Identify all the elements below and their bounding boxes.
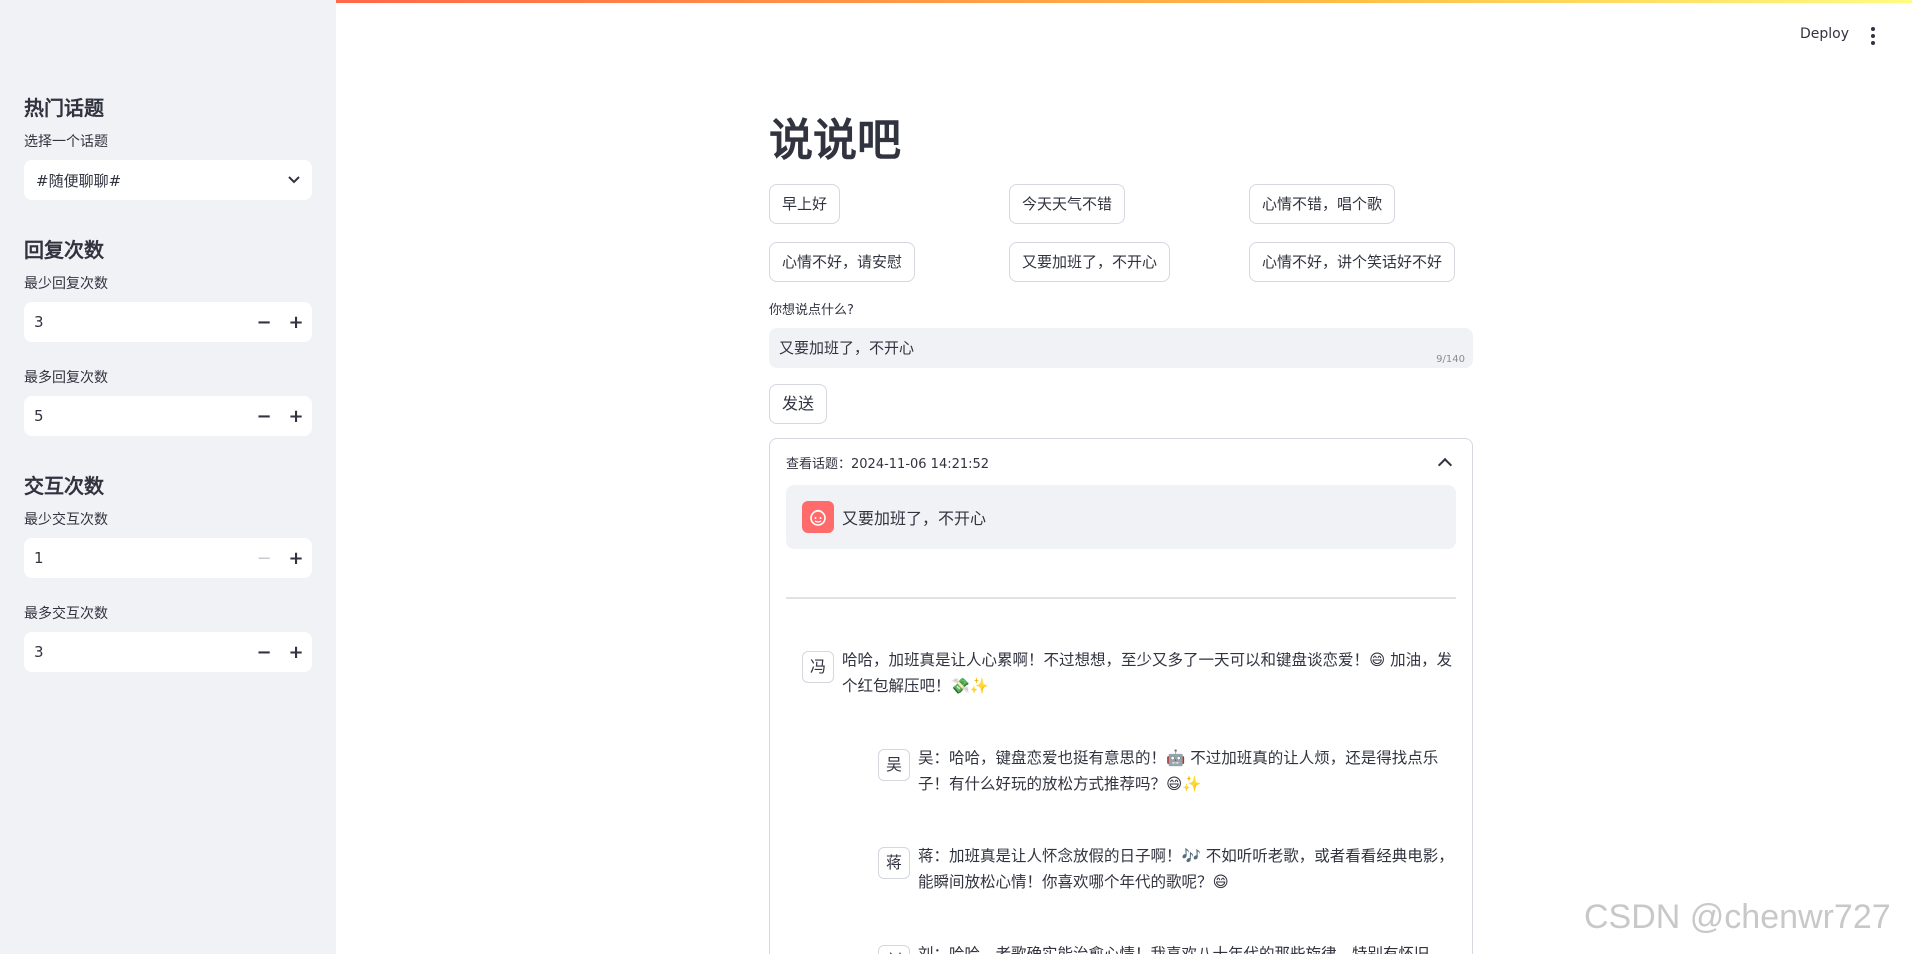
- min-interaction-input[interactable]: 1: [24, 549, 248, 567]
- min-reply-increment-button[interactable]: +: [280, 312, 312, 333]
- max-reply-input[interactable]: 5: [24, 407, 248, 425]
- topic-select-label: 选择一个话题: [24, 134, 108, 150]
- interaction-count-heading: 交互次数: [24, 474, 104, 498]
- reply-count-heading: 回复次数: [24, 238, 104, 262]
- min-reply-input[interactable]: 3: [24, 313, 248, 331]
- max-reply-label: 最多回复次数: [24, 370, 108, 386]
- more-vert-icon[interactable]: [1866, 26, 1880, 46]
- user-avatar-icon: [802, 501, 834, 533]
- reply-message: 吴 吴：哈哈，键盘恋爱也挺有意思的！🤖 不过加班真的让人烦，还是得找点乐子！有什…: [786, 745, 1456, 797]
- reply-avatar: 冯: [802, 651, 834, 683]
- divider: [786, 597, 1456, 599]
- reply-text: 吴：哈哈，键盘恋爱也挺有意思的！🤖 不过加班真的让人烦，还是得找点乐子！有什么好…: [918, 749, 1439, 793]
- reply-text: 刘：哈哈，老歌确实能治愈心情！我喜欢八十年代的那些旋律，特别有怀旧感！: [918, 945, 1430, 954]
- reply-avatar: 蒋: [878, 847, 910, 879]
- quick-button-good-morning[interactable]: 早上好: [769, 184, 841, 224]
- main-content: 说说吧 早上好 今天天气不错 心情不错，唱个歌 心情不好，请安慰 又要加班了，不…: [769, 110, 1473, 954]
- reply-message: 冯 哈哈，加班真是让人心累啊！不过想想，至少又多了一天可以和键盘谈恋爱！😄 加油…: [786, 647, 1456, 699]
- user-message: 又要加班了，不开心: [786, 485, 1456, 549]
- min-reply-label: 最少回复次数: [24, 276, 108, 292]
- reply-avatar: 刘: [878, 945, 910, 954]
- topic-expander: 查看话题：2024-11-06 14:21:52 又要加班了，不开心 冯 哈哈，…: [769, 438, 1473, 954]
- watermark: CSDN @chenwr727: [1584, 898, 1891, 936]
- deploy-button[interactable]: Deploy: [1800, 26, 1849, 42]
- character-counter: 9/140: [1436, 354, 1465, 365]
- topic-heading: 热门话题: [24, 96, 104, 120]
- max-interaction-label: 最多交互次数: [24, 606, 108, 622]
- quick-reply-grid: 早上好 今天天气不错 心情不错，唱个歌 心情不好，请安慰 又要加班了，不开心 心…: [769, 184, 1473, 282]
- min-reply-decrement-button[interactable]: −: [248, 312, 280, 333]
- quick-button-sing-song[interactable]: 心情不错，唱个歌: [1249, 184, 1396, 224]
- max-reply-stepper[interactable]: 5 − +: [24, 396, 312, 436]
- quick-button-nice-weather[interactable]: 今天天气不错: [1009, 184, 1126, 224]
- topic-select[interactable]: #随便聊聊#: [24, 160, 312, 200]
- max-reply-increment-button[interactable]: +: [280, 406, 312, 427]
- page-title: 说说吧: [769, 115, 901, 166]
- max-interaction-stepper[interactable]: 3 − +: [24, 632, 312, 672]
- min-reply-stepper[interactable]: 3 − +: [24, 302, 312, 342]
- max-interaction-increment-button[interactable]: +: [280, 642, 312, 663]
- message-input-value: 又要加班了，不开心: [779, 339, 915, 357]
- message-input[interactable]: 又要加班了，不开心 9/140: [769, 328, 1473, 368]
- expander-header[interactable]: 查看话题：2024-11-06 14:21:52: [786, 439, 1456, 485]
- quick-button-comfort[interactable]: 心情不好，请安慰: [769, 242, 916, 282]
- reply-message: 刘 刘：哈哈，老歌确实能治愈心情！我喜欢八十年代的那些旋律，特别有怀旧感！: [786, 941, 1456, 954]
- max-reply-decrement-button[interactable]: −: [248, 406, 280, 427]
- expander-title: 查看话题：2024-11-06 14:21:52: [786, 456, 990, 472]
- quick-button-overtime[interactable]: 又要加班了，不开心: [1009, 242, 1171, 282]
- quick-button-tell-joke[interactable]: 心情不好，讲个笑话好不好: [1249, 242, 1456, 282]
- sidebar: 热门话题 选择一个话题 #随便聊聊# 回复次数 最少回复次数 3 − + 最多回…: [0, 0, 336, 954]
- message-input-label: 你想说点什么?: [769, 303, 854, 318]
- user-message-text: 又要加班了，不开心: [842, 509, 987, 528]
- min-interaction-increment-button[interactable]: +: [280, 548, 312, 569]
- reply-avatar: 吴: [878, 749, 910, 781]
- chevron-down-icon: [288, 176, 300, 184]
- topic-select-value: #随便聊聊#: [36, 171, 122, 190]
- max-interaction-decrement-button[interactable]: −: [248, 642, 280, 663]
- min-interaction-stepper[interactable]: 1 − +: [24, 538, 312, 578]
- min-interaction-decrement-button[interactable]: −: [248, 548, 280, 569]
- reply-text: 蒋：加班真是让人怀念放假的日子啊！🎶 不如听听老歌，或者看看经典电影，能瞬间放松…: [918, 847, 1454, 891]
- reply-text: 哈哈，加班真是让人心累啊！不过想想，至少又多了一天可以和键盘谈恋爱！😄 加油，发…: [842, 651, 1453, 695]
- max-interaction-input[interactable]: 3: [24, 643, 248, 661]
- reply-message: 蒋 蒋：加班真是让人怀念放假的日子啊！🎶 不如听听老歌，或者看看经典电影，能瞬间…: [786, 843, 1456, 895]
- min-interaction-label: 最少交互次数: [24, 512, 108, 528]
- chevron-up-icon[interactable]: [1437, 457, 1453, 472]
- send-button[interactable]: 发送: [769, 384, 828, 424]
